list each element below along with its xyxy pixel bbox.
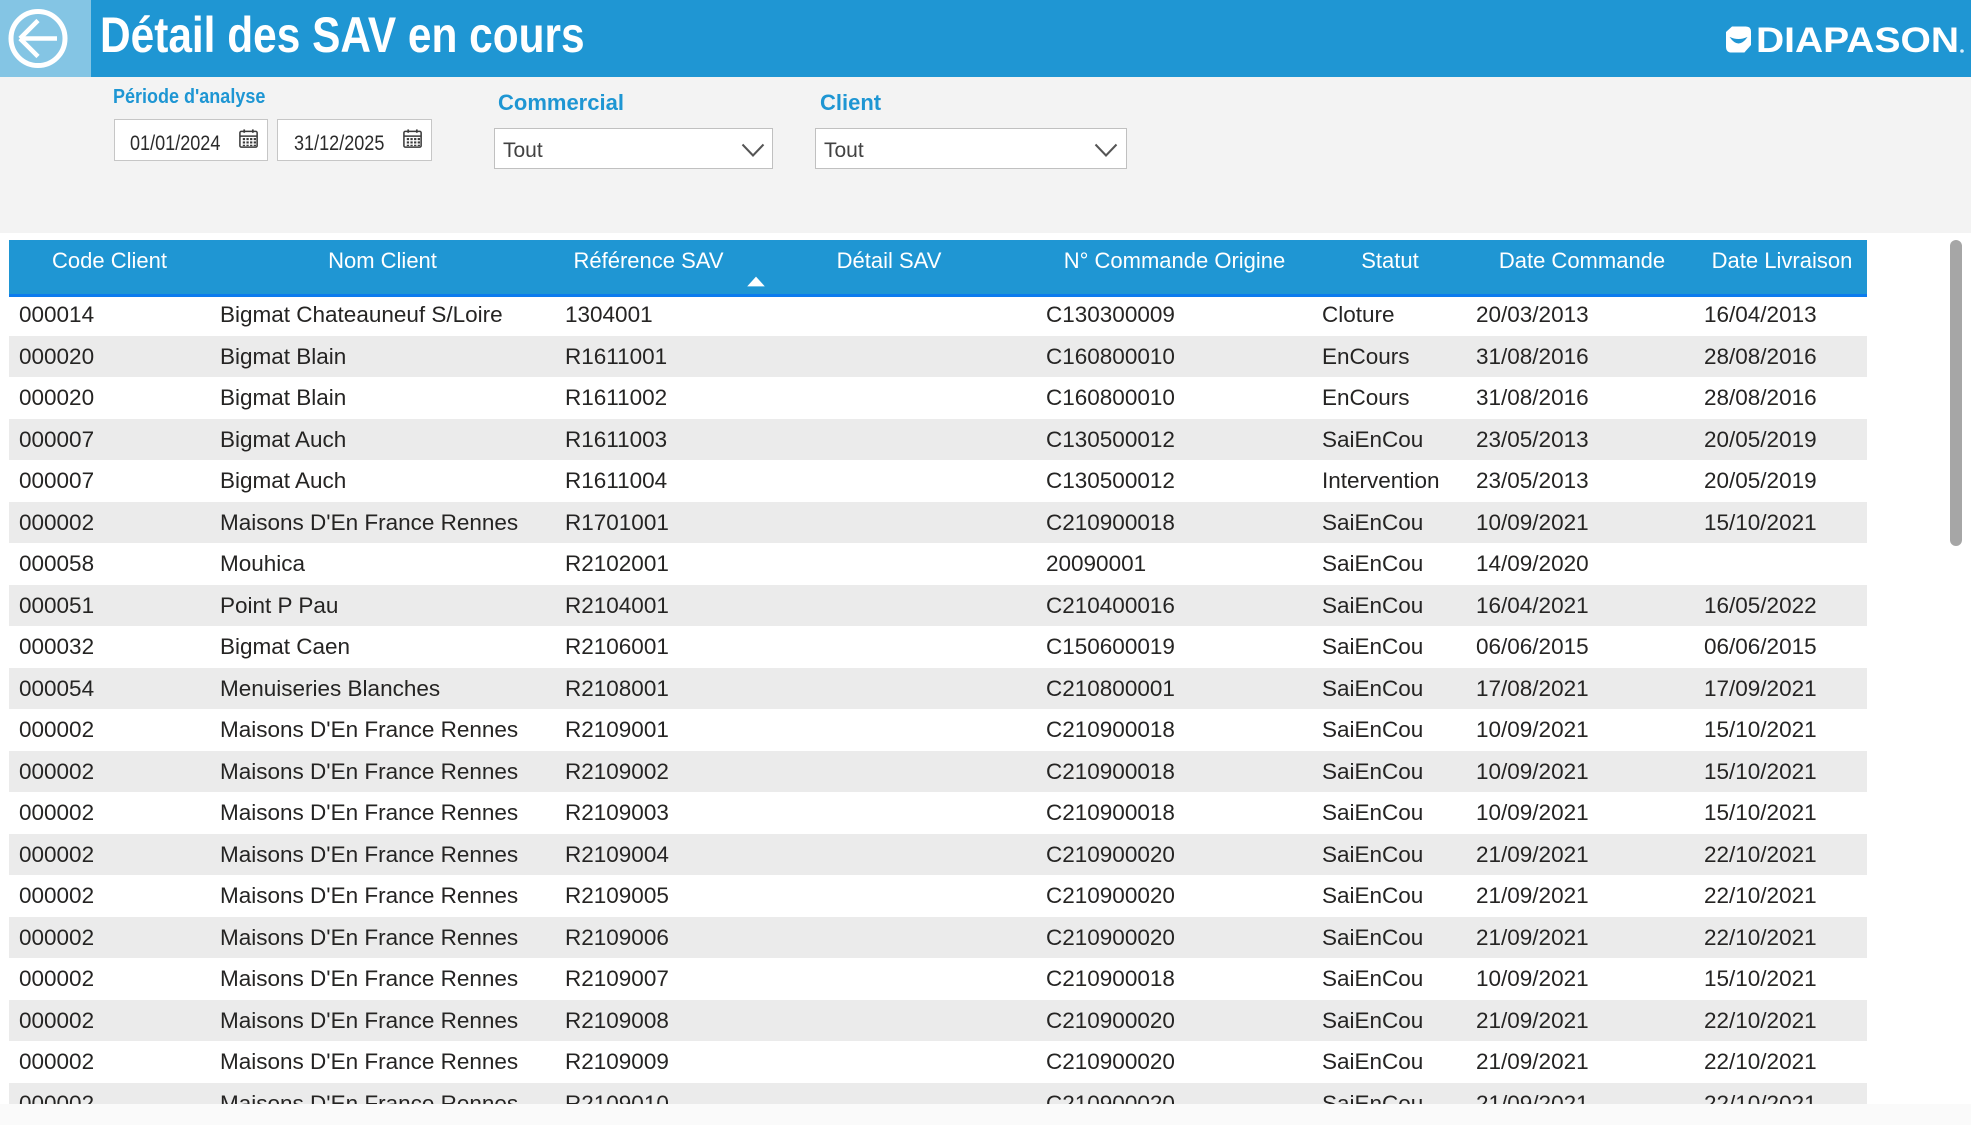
- svg-text:DIAPASON: DIAPASON: [1756, 26, 1959, 54]
